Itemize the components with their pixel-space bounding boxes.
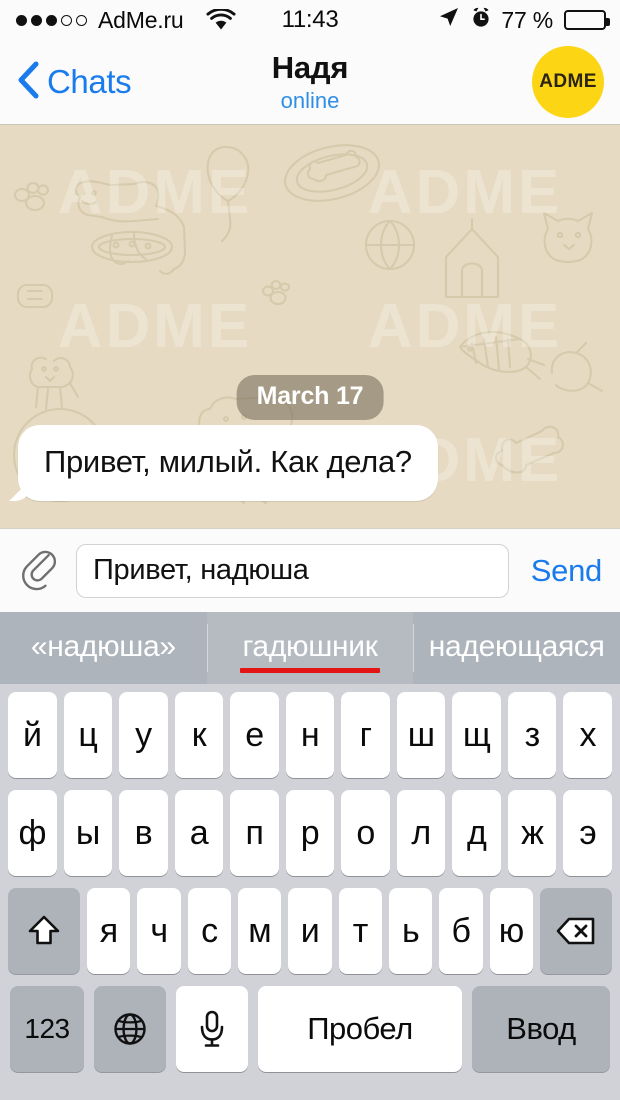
key-а[interactable]: а	[174, 790, 224, 876]
key-б[interactable]: б	[439, 888, 483, 974]
location-arrow-icon	[437, 5, 461, 35]
suggestion-label: «надюша»	[30, 629, 176, 663]
battery-percent-label: 77 %	[501, 6, 553, 33]
wifi-icon	[205, 8, 236, 32]
message-text: Привет, милый. Как дела?	[44, 444, 412, 479]
signal-strength-dots	[16, 14, 87, 26]
key-д[interactable]: д	[452, 790, 501, 876]
suggestion-item-1[interactable]: гадюшник	[206, 612, 414, 684]
date-separator: March 17	[236, 375, 384, 420]
globe-language-icon	[114, 1013, 146, 1045]
backspace-delete-icon	[556, 917, 595, 945]
key-е[interactable]: е	[230, 692, 279, 778]
enter-key[interactable]: Ввод	[472, 986, 610, 1072]
send-button[interactable]: Send	[523, 553, 606, 589]
key-п[interactable]: п	[230, 790, 279, 876]
suggestion-item-0[interactable]: «надюша»	[0, 612, 207, 684]
key-с[interactable]: с	[187, 888, 231, 974]
carrier-label: AdMe.ru	[98, 6, 184, 33]
key-ы[interactable]: ы	[63, 790, 113, 876]
key-ц[interactable]: ц	[63, 692, 113, 778]
clock-label: 11:43	[281, 6, 339, 33]
status-bar: AdMe.ru 11:43 77 %	[0, 0, 620, 40]
keyboard-row-3: я ч с м и т ь б ю	[4, 888, 616, 974]
back-to-chats-button[interactable]: Chats	[16, 60, 132, 105]
status-bar-right: 77 %	[437, 5, 610, 35]
message-bubble-incoming[interactable]: Привет, милый. Как дела?	[18, 425, 438, 502]
suggestion-label: надеющаяся	[428, 629, 605, 663]
key-ф[interactable]: ф	[8, 790, 57, 876]
key-г[interactable]: г	[341, 692, 390, 778]
message-input[interactable]: Привет, надюша	[76, 543, 509, 598]
microphone-icon	[200, 1010, 224, 1047]
key-й[interactable]: й	[8, 692, 57, 778]
key-ж[interactable]: ж	[507, 790, 557, 876]
keyboard-row-1: й ц у к е н г ш щ з х	[4, 692, 616, 778]
key-ш[interactable]: ш	[396, 692, 446, 778]
signal-dot	[76, 14, 87, 26]
key-ч[interactable]: ч	[137, 888, 181, 974]
key-х[interactable]: х	[563, 692, 613, 778]
key-о[interactable]: о	[341, 790, 390, 876]
backspace-key[interactable]	[539, 888, 612, 974]
shift-key[interactable]	[8, 888, 81, 974]
message-input-bar: Привет, надюша Send	[0, 528, 620, 612]
autocorrect-suggestion-bar: «надюша» гадюшник надеющаяся	[0, 612, 620, 684]
key-ь[interactable]: ь	[388, 888, 433, 974]
key-у[interactable]: у	[119, 692, 168, 778]
signal-dot	[46, 14, 57, 26]
message-row-incoming: Привет, милый. Как дела?	[18, 425, 438, 502]
shift-arrow-icon	[28, 915, 60, 945]
keyboard-row-2: ф ы в а п р о л д ж э	[4, 790, 616, 876]
signal-dot	[31, 14, 42, 26]
key-т[interactable]: т	[338, 888, 382, 974]
phone-screen: AdMe.ru 11:43 77 % Chats Надя online ADM…	[0, 0, 620, 1100]
key-з[interactable]: з	[507, 692, 557, 778]
battery-icon	[564, 10, 610, 30]
key-и[interactable]: и	[288, 888, 332, 974]
on-screen-keyboard: й ц у к е н г ш щ з х ф ы в а п р о л д …	[0, 684, 620, 1100]
avatar-label: ADME	[539, 71, 597, 92]
keyboard-row-4: 123 Пробел Ввод	[4, 986, 616, 1072]
language-globe-key[interactable]	[94, 986, 166, 1072]
key-я[interactable]: я	[87, 888, 131, 974]
navigation-bar: Chats Надя online ADME	[0, 40, 620, 125]
status-bar-left: AdMe.ru	[16, 7, 236, 34]
alarm-clock-icon	[470, 6, 492, 35]
space-key[interactable]: Пробел	[258, 986, 462, 1072]
contact-status: online	[280, 87, 340, 113]
suggestion-label: гадюшник	[240, 630, 380, 673]
paperclip-icon[interactable]	[18, 549, 62, 593]
key-м[interactable]: м	[238, 888, 282, 974]
suggestion-item-2[interactable]: надеющаяся	[413, 612, 620, 684]
contact-avatar[interactable]: ADME	[532, 46, 604, 118]
key-л[interactable]: л	[396, 790, 446, 876]
key-щ[interactable]: щ	[452, 692, 501, 778]
back-button-label: Chats	[47, 63, 132, 100]
signal-dot	[16, 14, 27, 26]
contact-name: Надя	[271, 49, 349, 85]
chevron-left-icon	[16, 60, 40, 105]
key-ю[interactable]: ю	[489, 888, 533, 974]
dictation-key[interactable]	[176, 986, 248, 1072]
key-к[interactable]: к	[174, 692, 224, 778]
signal-dot	[61, 14, 72, 26]
key-э[interactable]: э	[563, 790, 613, 876]
numbers-key[interactable]: 123	[10, 986, 84, 1072]
key-в[interactable]: в	[119, 790, 168, 876]
key-р[interactable]: р	[285, 790, 335, 876]
message-input-value: Привет, надюша	[93, 554, 309, 586]
key-н[interactable]: н	[285, 692, 335, 778]
